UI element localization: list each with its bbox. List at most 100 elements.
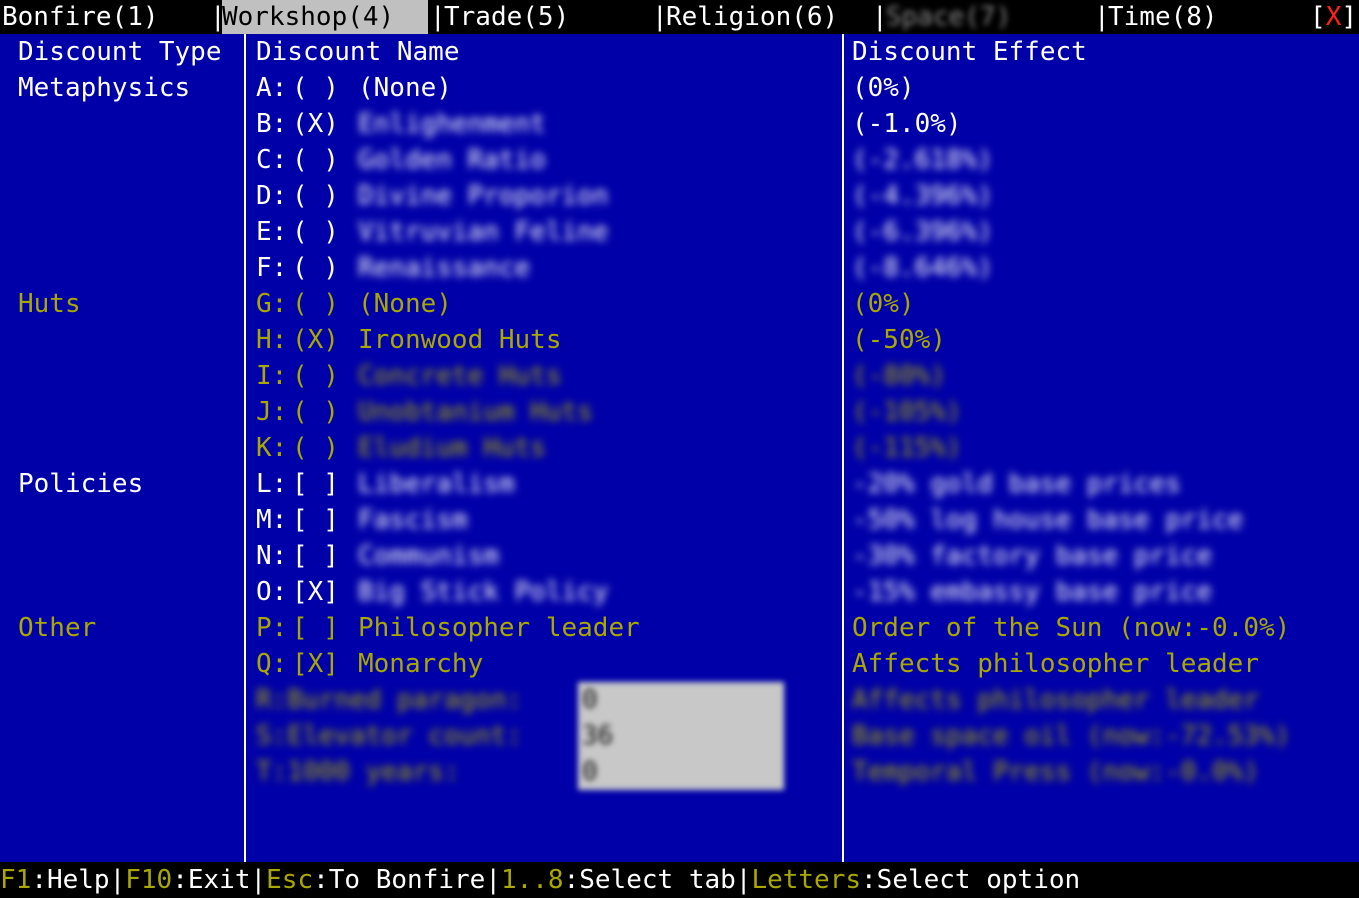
- input-value[interactable]: 0: [582, 754, 598, 790]
- option-effect: (-8.646%): [852, 253, 993, 283]
- tab-space[interactable]: Space(7): [886, 0, 1011, 34]
- status-description: :To Bonfire: [313, 865, 486, 895]
- option-key[interactable]: J:: [256, 394, 287, 430]
- option-name[interactable]: (None): [358, 286, 452, 322]
- option-checkbox[interactable]: [X]: [292, 574, 339, 610]
- option-effect: (-115%): [852, 433, 962, 463]
- input-label: T:1000 years:: [256, 757, 460, 787]
- discount-type-label: Other: [18, 613, 97, 643]
- header-discount-name: Discount Name: [256, 37, 460, 67]
- option-name[interactable]: Communism: [358, 538, 499, 574]
- option-key[interactable]: D:: [256, 178, 287, 214]
- tab-workshop[interactable]: Workshop(4): [222, 0, 428, 34]
- option-checkbox[interactable]: ( ): [292, 394, 339, 430]
- status-key[interactable]: F1: [0, 865, 31, 895]
- option-name[interactable]: Fascism: [358, 502, 468, 538]
- option-key[interactable]: K:: [256, 430, 287, 466]
- option-checkbox[interactable]: (X): [292, 322, 339, 358]
- option-checkbox[interactable]: ( ): [292, 70, 339, 106]
- option-name[interactable]: Ironwood Huts: [358, 322, 562, 358]
- option-effect: -20% gold base prices: [852, 469, 1181, 499]
- tab-bonfire[interactable]: Bonfire(1): [2, 0, 159, 34]
- option-key[interactable]: M:: [256, 502, 287, 538]
- column-divider: [244, 34, 246, 862]
- option-effect: (-80%): [852, 361, 946, 391]
- option-name[interactable]: Enlighenment: [358, 106, 546, 142]
- option-key[interactable]: L:: [256, 466, 287, 502]
- option-effect: -50% log house base price: [852, 505, 1244, 535]
- discount-type-label: Policies: [18, 469, 144, 499]
- option-name[interactable]: (None): [358, 70, 452, 106]
- input-value[interactable]: 36: [582, 718, 613, 754]
- option-checkbox[interactable]: ( ): [292, 178, 339, 214]
- option-key[interactable]: G:: [256, 286, 287, 322]
- tab-time[interactable]: Time(8): [1108, 0, 1218, 34]
- column-divider: [842, 34, 844, 862]
- discount-panel: Discount Type Discount Name Discount Eff…: [0, 34, 1359, 862]
- tab-trade[interactable]: Trade(5): [444, 0, 569, 34]
- option-key[interactable]: B:: [256, 106, 287, 142]
- option-checkbox[interactable]: [ ]: [292, 466, 339, 502]
- option-key[interactable]: I:: [256, 358, 287, 394]
- option-name[interactable]: Liberalism: [358, 466, 515, 502]
- option-effect: (-1.0%): [852, 109, 962, 139]
- option-effect: (-50%): [852, 325, 946, 355]
- option-name[interactable]: Golden Ratio: [358, 142, 546, 178]
- option-key[interactable]: N:: [256, 538, 287, 574]
- option-checkbox[interactable]: (X): [292, 106, 339, 142]
- option-checkbox[interactable]: [ ]: [292, 610, 339, 646]
- option-name[interactable]: Unobtanium Huts: [358, 394, 593, 430]
- option-name[interactable]: Eludium Huts: [358, 430, 546, 466]
- option-key[interactable]: P:: [256, 610, 287, 646]
- option-name[interactable]: Concrete Huts: [358, 358, 562, 394]
- option-name[interactable]: Vitruvian Feline: [358, 214, 608, 250]
- status-separator: |: [109, 865, 126, 895]
- status-key[interactable]: Esc: [266, 865, 313, 895]
- option-checkbox[interactable]: ( ): [292, 430, 339, 466]
- option-key[interactable]: O:: [256, 574, 287, 610]
- option-checkbox[interactable]: ( ): [292, 214, 339, 250]
- option-key[interactable]: Q:: [256, 646, 287, 682]
- status-separator: |: [250, 865, 267, 895]
- header-discount-effect: Discount Effect: [852, 37, 1087, 67]
- option-name[interactable]: Monarchy: [358, 646, 483, 682]
- option-key[interactable]: E:: [256, 214, 287, 250]
- option-key[interactable]: H:: [256, 322, 287, 358]
- option-name[interactable]: Big Stick Policy: [358, 574, 608, 610]
- close-button[interactable]: [X]: [1310, 0, 1357, 34]
- status-description: :Select tab: [563, 865, 736, 895]
- close-icon: X: [1325, 2, 1342, 32]
- discount-type-label: Huts: [18, 289, 81, 319]
- tab-religion[interactable]: Religion(6): [666, 0, 838, 34]
- header-discount-type: Discount Type: [18, 37, 222, 67]
- option-effect: (-6.396%): [852, 217, 993, 247]
- status-key[interactable]: 1..8: [501, 865, 564, 895]
- status-description: :Exit: [172, 865, 251, 895]
- option-name[interactable]: Divine Proporion: [358, 178, 608, 214]
- option-key[interactable]: C:: [256, 142, 287, 178]
- status-key[interactable]: F10: [125, 865, 172, 895]
- option-checkbox[interactable]: ( ): [292, 358, 339, 394]
- status-key[interactable]: Letters: [751, 865, 861, 895]
- input-effect: Temporal Press (now:-0.0%): [852, 757, 1259, 787]
- option-effect: (-4.396%): [852, 181, 993, 211]
- option-checkbox[interactable]: [ ]: [292, 502, 339, 538]
- option-effect: Order of the Sun (now:-0.0%): [852, 613, 1291, 643]
- option-checkbox[interactable]: [X]: [292, 646, 339, 682]
- status-separator: |: [485, 865, 501, 895]
- option-effect: Affects philosopher leader: [852, 649, 1259, 679]
- option-key[interactable]: F:: [256, 250, 287, 286]
- option-effect: (0%): [852, 73, 915, 103]
- option-key[interactable]: A:: [256, 70, 287, 106]
- option-checkbox[interactable]: ( ): [292, 286, 339, 322]
- option-effect: (0%): [852, 289, 915, 319]
- option-checkbox[interactable]: [ ]: [292, 538, 339, 574]
- option-effect: (-2.618%): [852, 145, 993, 175]
- option-checkbox[interactable]: ( ): [292, 250, 339, 286]
- input-value[interactable]: 0: [582, 682, 598, 718]
- option-name[interactable]: Philosopher leader: [358, 610, 640, 646]
- option-name[interactable]: Renaissance: [358, 250, 530, 286]
- option-checkbox[interactable]: ( ): [292, 142, 339, 178]
- input-effect: Affects philosopher leader: [852, 685, 1259, 715]
- status-separator: |: [735, 865, 752, 895]
